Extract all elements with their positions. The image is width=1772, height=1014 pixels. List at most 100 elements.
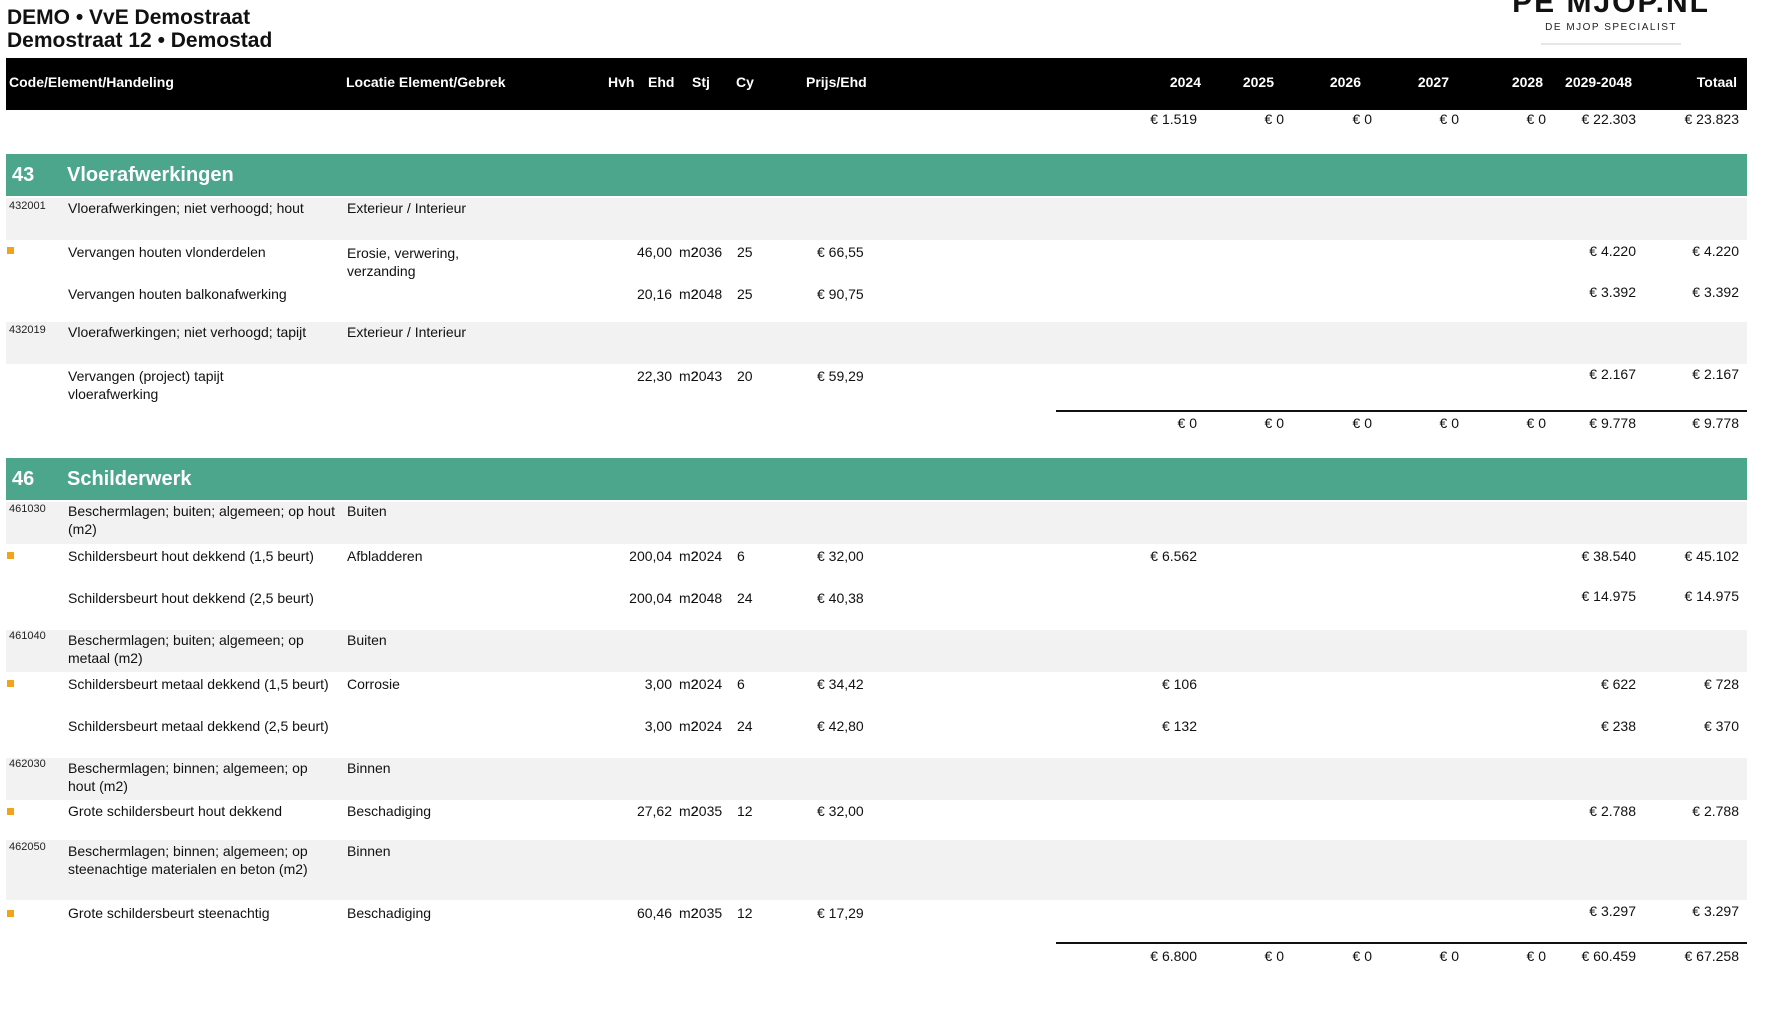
element-code: 462050 bbox=[9, 841, 46, 853]
subtotal-rule bbox=[1056, 942, 1747, 944]
col-hvh: Hvh bbox=[608, 74, 635, 90]
action-stj: 2043 bbox=[691, 368, 723, 384]
action-price: € 66,55 bbox=[817, 244, 864, 260]
element-location: Binnen bbox=[347, 760, 391, 776]
action-defect: Afbladderen bbox=[347, 548, 423, 564]
action-price: € 59,29 bbox=[817, 368, 864, 384]
action-totaal: € 14.975 bbox=[1684, 588, 1740, 604]
action-totaal: € 3.392 bbox=[1692, 284, 1739, 300]
carry-2029-2048: € 22.303 bbox=[1581, 111, 1637, 127]
element-description: Beschermlagen; buiten; algemeen; op hout… bbox=[68, 503, 335, 537]
action-2024: € 106 bbox=[1161, 676, 1197, 692]
total-2024: € 0 bbox=[1177, 415, 1197, 431]
action-defect: Corrosie bbox=[347, 676, 400, 692]
action-2029-2048: € 14.975 bbox=[1581, 588, 1637, 604]
action-stj: 2035 bbox=[691, 905, 723, 921]
action-description: Vervangen houten balkonafwerking bbox=[68, 286, 287, 302]
section-number: 43 bbox=[12, 164, 35, 186]
brand-divider bbox=[1541, 43, 1682, 45]
action-description: Vervangen (project) tapijt vloerafwerkin… bbox=[68, 368, 224, 402]
element-location: Buiten bbox=[347, 632, 387, 648]
action-description: Schildersbeurt hout dekkend (2,5 beurt) bbox=[68, 590, 314, 606]
action-2024: € 6.562 bbox=[1150, 548, 1197, 564]
action-defect: Beschadiging bbox=[347, 905, 432, 921]
col-totaal: Totaal bbox=[1696, 74, 1737, 90]
col-2029-2048: 2029-2048 bbox=[1565, 74, 1632, 90]
subtotal-rule bbox=[1056, 410, 1747, 412]
carry-2027: € 0 bbox=[1439, 111, 1459, 127]
action-hvh: 3,00 bbox=[644, 718, 672, 734]
action-2029-2048: € 3.297 bbox=[1589, 903, 1636, 919]
action-stj: 2024 bbox=[691, 548, 723, 564]
total-2025: € 0 bbox=[1264, 415, 1284, 431]
total-2024: € 6.800 bbox=[1150, 948, 1197, 964]
total-2028: € 0 bbox=[1526, 948, 1546, 964]
brand-logo: PE MJOP.NL DE MJOP SPECIALIST bbox=[1512, 0, 1710, 45]
total-2026: € 0 bbox=[1352, 415, 1372, 431]
action-hvh: 60,46 bbox=[636, 905, 672, 921]
brand-tagline: DE MJOP SPECIALIST bbox=[1545, 22, 1677, 33]
action-description: Schildersbeurt metaal dekkend (1,5 beurt… bbox=[68, 676, 329, 692]
col-locatie: Locatie Element/Gebrek bbox=[346, 74, 506, 90]
total-2029-2048: € 60.459 bbox=[1581, 948, 1637, 964]
action-totaal: € 2.167 bbox=[1692, 366, 1739, 382]
action-2029-2048: € 3.392 bbox=[1589, 284, 1636, 300]
carry-2025: € 0 bbox=[1264, 111, 1284, 127]
action-totaal: € 45.102 bbox=[1684, 548, 1740, 564]
action-defect: Beschadiging bbox=[347, 803, 432, 819]
col-cy: Cy bbox=[736, 74, 754, 90]
action-price: € 40,38 bbox=[817, 590, 864, 606]
action-price: € 32,00 bbox=[817, 803, 864, 819]
total-2029-2048: € 9.778 bbox=[1589, 415, 1636, 431]
action-price: € 32,00 bbox=[817, 548, 864, 564]
total-totaal: € 67.258 bbox=[1684, 948, 1740, 964]
element-code: 432019 bbox=[9, 324, 46, 336]
total-2027: € 0 bbox=[1439, 415, 1459, 431]
total-2028: € 0 bbox=[1526, 415, 1546, 431]
action-hvh: 27,62 bbox=[636, 803, 672, 819]
report-title: DEMO • VvE Demostraat Demostraat 12 • De… bbox=[7, 6, 272, 52]
element-code: 461030 bbox=[9, 503, 46, 515]
action-marker bbox=[7, 680, 14, 687]
col-2026: 2026 bbox=[1329, 74, 1361, 90]
action-marker bbox=[7, 552, 14, 559]
carry-2028: € 0 bbox=[1526, 111, 1546, 127]
section-header-46: 46 Schilderwerk bbox=[6, 458, 1747, 500]
action-hvh: 46,00 bbox=[636, 244, 672, 260]
element-description: Vloerafwerkingen; niet verhoogd; hout bbox=[68, 200, 304, 216]
action-cy: 20 bbox=[737, 368, 753, 384]
action-cy: 6 bbox=[737, 548, 745, 564]
action-price: € 34,42 bbox=[817, 676, 864, 692]
action-stj: 2024 bbox=[691, 676, 723, 692]
action-marker bbox=[7, 247, 14, 254]
vve-address: Demostraat 12 • Demostad bbox=[7, 29, 273, 52]
action-description: Grote schildersbeurt steenachtig bbox=[68, 905, 270, 921]
action-description: Schildersbeurt metaal dekkend (2,5 beurt… bbox=[68, 718, 329, 734]
action-cy: 24 bbox=[737, 590, 753, 606]
action-2024: € 132 bbox=[1161, 718, 1197, 734]
total-2026: € 0 bbox=[1352, 948, 1372, 964]
action-cy: 25 bbox=[737, 244, 753, 260]
section-number: 46 bbox=[12, 468, 35, 490]
action-totaal: € 728 bbox=[1703, 676, 1739, 692]
element-location: Exterieur / Interieur bbox=[347, 324, 467, 340]
section-name: Vloerafwerkingen bbox=[67, 164, 234, 186]
element-description: Beschermlagen; binnen; algemeen; op stee… bbox=[68, 843, 308, 877]
element-code: 461040 bbox=[9, 630, 46, 642]
action-2029-2048: € 622 bbox=[1600, 676, 1636, 692]
total-2025: € 0 bbox=[1264, 948, 1284, 964]
action-cy: 25 bbox=[737, 286, 753, 302]
col-prijs: Prijs/Ehd bbox=[806, 74, 867, 90]
element-code: 462030 bbox=[9, 758, 46, 770]
action-totaal: € 4.220 bbox=[1692, 243, 1739, 259]
column-header-bar: Code/Element/Handeling Locatie Element/G… bbox=[6, 58, 1747, 110]
action-stj: 2048 bbox=[691, 590, 723, 606]
element-description: Beschermlagen; binnen; algemeen; op hout… bbox=[68, 760, 308, 794]
action-description: Grote schildersbeurt hout dekkend bbox=[68, 803, 283, 819]
col-stj: Stj bbox=[692, 74, 710, 90]
action-totaal: € 370 bbox=[1703, 718, 1739, 734]
action-cy: 12 bbox=[737, 803, 753, 819]
action-cy: 24 bbox=[737, 718, 753, 734]
action-hvh: 20,16 bbox=[636, 286, 672, 302]
element-description: Beschermlagen; buiten; algemeen; op meta… bbox=[68, 632, 304, 666]
